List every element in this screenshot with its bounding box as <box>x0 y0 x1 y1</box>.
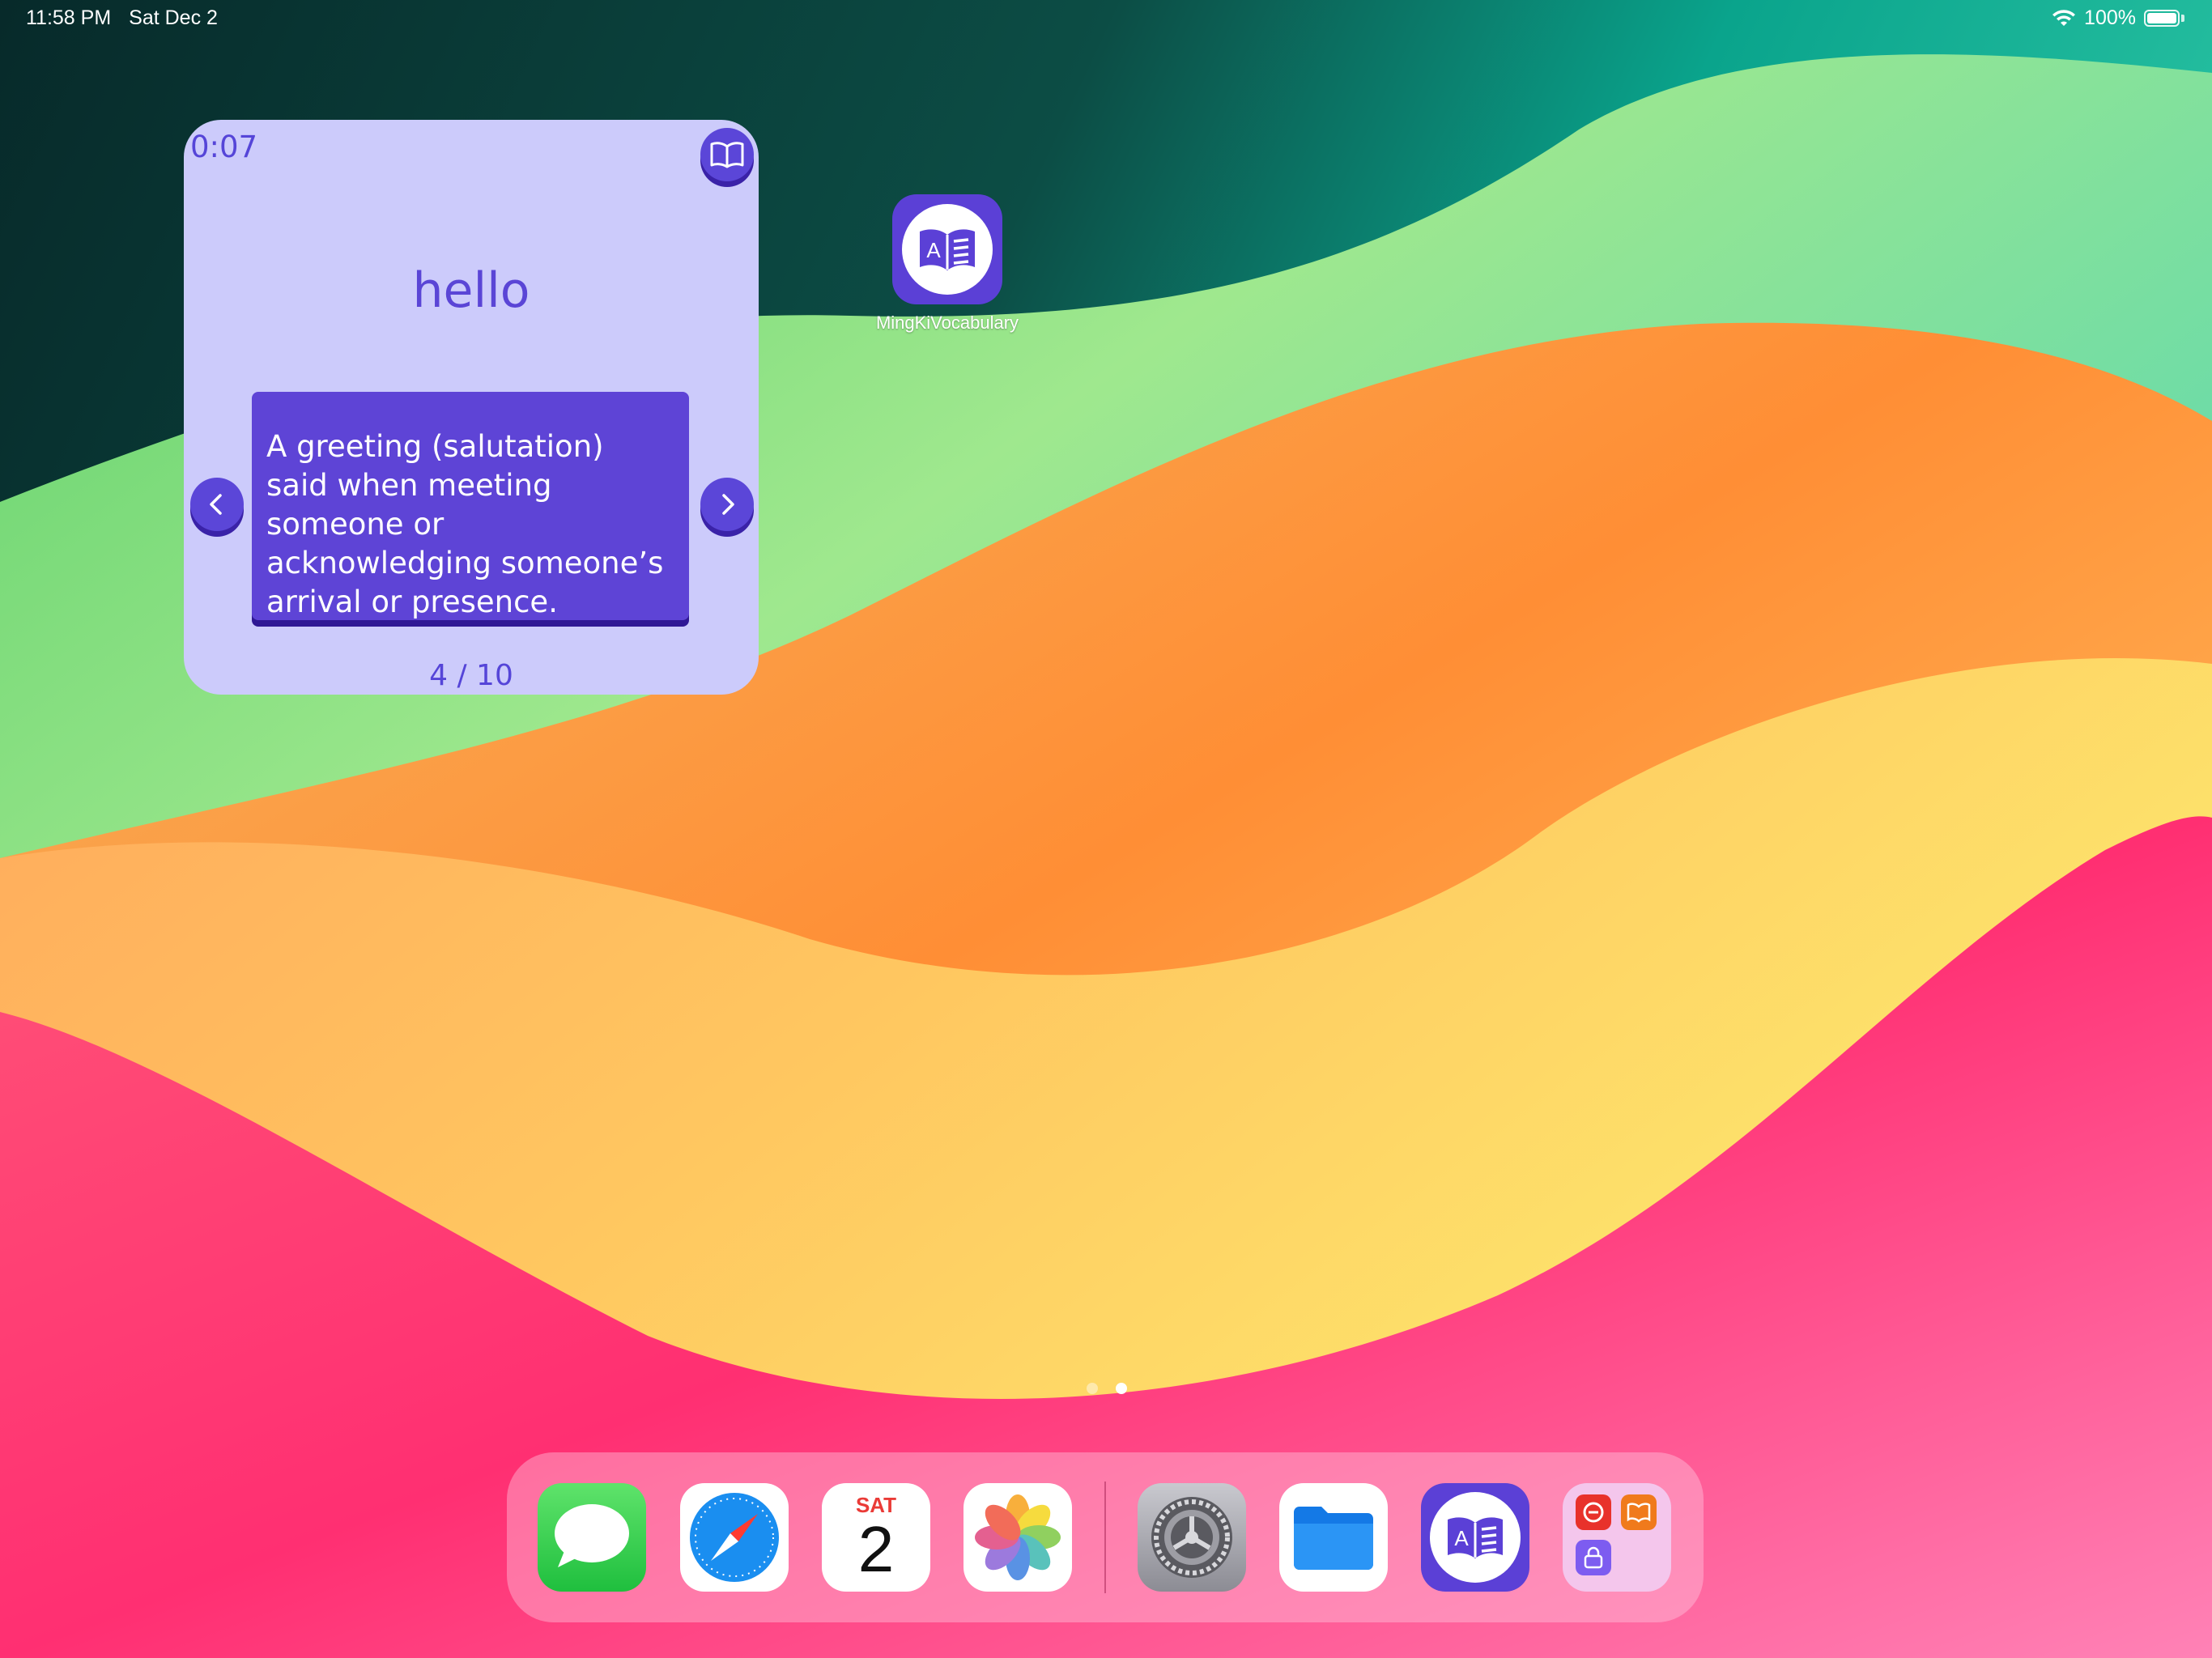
battery-cap <box>2181 15 2184 22</box>
chevron-right-icon <box>722 494 734 515</box>
wifi-icon <box>2052 9 2076 26</box>
next-word-button[interactable] <box>700 478 754 531</box>
book-icon <box>710 142 744 168</box>
dock-settings[interactable] <box>1138 1483 1246 1592</box>
svg-text:A: A <box>1454 1526 1469 1550</box>
vocabulary-app-icon: A <box>902 204 993 295</box>
app-label[interactable]: MingKiVocabulary <box>850 312 1044 334</box>
svg-text:A: A <box>926 238 941 262</box>
definition-card: A greeting (salutation) said when meetin… <box>252 392 689 620</box>
vocabulary-widget[interactable]: 0:07 hello A greeting (salutation) said … <box>184 120 759 695</box>
folder-app-3-icon <box>1576 1540 1611 1575</box>
calendar-day-number: 2 <box>857 1513 895 1585</box>
folder-app-1-icon <box>1576 1494 1611 1530</box>
folder-app-2-icon <box>1621 1494 1657 1530</box>
page-indicator[interactable] <box>1087 1383 1127 1394</box>
photos-icon <box>975 1494 1061 1580</box>
open-book-button[interactable] <box>700 128 754 181</box>
dock-safari[interactable] <box>680 1483 789 1592</box>
mingki-vocabulary-app[interactable]: A <box>892 194 1002 304</box>
previous-word-button[interactable] <box>190 478 244 531</box>
safari-icon <box>690 1493 779 1582</box>
dock-mingki-vocabulary[interactable]: A <box>1421 1483 1529 1592</box>
battery-percent: 100% <box>2084 6 2136 29</box>
settings-icon <box>1151 1497 1232 1578</box>
page-counter: 4 / 10 <box>429 659 513 692</box>
files-icon <box>1294 1507 1373 1570</box>
widget-timer: 0:07 <box>190 130 258 164</box>
messages-icon <box>555 1504 629 1567</box>
chevron-left-icon <box>210 494 222 515</box>
dock-messages[interactable] <box>538 1483 646 1592</box>
status-time: 11:58 PM <box>26 6 112 29</box>
status-bar-left: 11:58 PM Sat Dec 2 <box>26 6 218 30</box>
status-date: Sat Dec 2 <box>129 6 218 29</box>
vocabulary-word: hello <box>412 262 530 319</box>
dock-calendar[interactable]: SAT 2 <box>822 1483 930 1592</box>
page-dot[interactable] <box>1087 1383 1098 1394</box>
battery-icon <box>2144 10 2180 27</box>
dock-files[interactable] <box>1279 1483 1388 1592</box>
dock-separator <box>1104 1482 1106 1593</box>
page-dot-active[interactable] <box>1116 1383 1127 1394</box>
dock-app-folder[interactable] <box>1563 1483 1671 1592</box>
dock-photos[interactable] <box>963 1483 1072 1592</box>
vocabulary-app-icon: A <box>1430 1492 1521 1583</box>
status-bar-right: 100% <box>2052 6 2184 30</box>
